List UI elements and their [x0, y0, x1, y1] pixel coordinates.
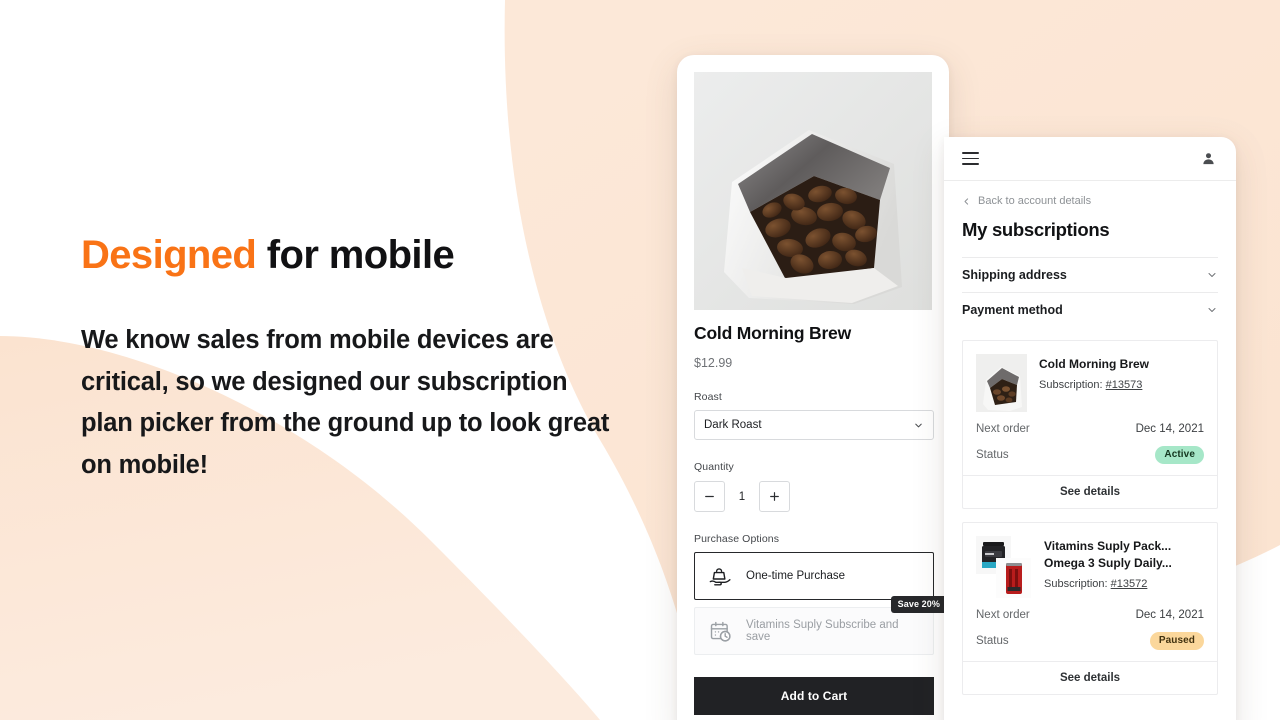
subscription-card-body: Cold Morning Brew Subscription: #13573 N…: [963, 341, 1217, 475]
roast-label: Roast: [694, 391, 722, 403]
quantity-stepper: 1: [694, 481, 934, 512]
subscription-id-link[interactable]: #13573: [1106, 379, 1143, 391]
accordion-payment-method[interactable]: Payment method: [962, 292, 1218, 327]
quantity-label: Quantity: [694, 461, 734, 473]
subscriptions-phone-mockup: Back to account details My subscriptions…: [944, 137, 1236, 720]
coffee-bag-photo: [694, 72, 932, 310]
purchase-option-subscribe[interactable]: Vitamins Suply Subscribe and save Save 2…: [694, 596, 947, 655]
purchase-option-one-time[interactable]: One-time Purchase: [694, 552, 934, 600]
product-details: Cold Morning Brew $12.99 Roast Dark Roas…: [694, 323, 947, 715]
coffee-bag-thumbnail: [976, 354, 1027, 412]
account-avatar-icon[interactable]: [1201, 151, 1216, 166]
marketing-copy: Designed for mobile We know sales from m…: [81, 232, 641, 486]
subscriptions-title: My subscriptions: [962, 219, 1110, 240]
subscription-product-name-second: Omega 3 Suply Daily...: [1044, 556, 1172, 570]
back-to-account-details-link[interactable]: Back to account details: [962, 195, 1218, 207]
add-to-cart-button[interactable]: Add to Cart: [694, 677, 934, 715]
subscription-card[interactable]: Vitamins Suply Pack... Omega 3 Suply Dai…: [962, 522, 1218, 695]
subscriptions-topbar: [944, 137, 1236, 181]
save-badge: Save 20%: [890, 596, 947, 613]
energy-can-icon: [996, 558, 1031, 598]
calendar-clock-icon: [710, 621, 731, 642]
subscription-id-label: Subscription:: [1044, 578, 1108, 590]
hamburger-icon[interactable]: [962, 152, 979, 165]
product-title: Cold Morning Brew: [694, 323, 852, 343]
next-order-value: Dec 14, 2021: [1135, 423, 1204, 435]
quantity-increase-button[interactable]: [759, 481, 790, 512]
subscriptions-content: Back to account details My subscriptions…: [944, 195, 1236, 695]
next-order-value: Dec 14, 2021: [1135, 609, 1204, 621]
next-order-label: Next order: [976, 609, 1030, 621]
subscription-id-row: Subscription: #13573: [1039, 379, 1204, 391]
status-row: Status Paused: [976, 632, 1204, 650]
quantity-decrease-button[interactable]: [694, 481, 725, 512]
back-link-label: Back to account details: [978, 195, 1092, 207]
chevron-down-icon: [915, 423, 922, 427]
page-title: Designed for mobile: [81, 232, 641, 278]
subscription-id-row: Subscription: #13572: [1044, 578, 1204, 590]
subscription-thumbnail: [976, 354, 1027, 412]
purchase-option-subscribe-label: Vitamins Suply Subscribe and save: [746, 619, 899, 643]
subscription-id-label: Subscription:: [1039, 379, 1103, 391]
status-label: Status: [976, 635, 1009, 647]
chevron-left-icon: [964, 197, 969, 205]
hand-holding-bag-icon: [709, 567, 731, 585]
energy-can-thumbnail: [996, 558, 1031, 598]
quantity-value[interactable]: 1: [725, 491, 759, 503]
product-phone-mockup: Cold Morning Brew $12.99 Roast Dark Roas…: [677, 55, 949, 720]
subscription-product-name: Cold Morning Brew: [1039, 357, 1149, 371]
status-label: Status: [976, 449, 1009, 461]
subscription-card-header: Cold Morning Brew Subscription: #13573: [976, 354, 1204, 412]
chevron-down-icon: [1208, 273, 1216, 277]
subscription-thumbnail-stack: [976, 536, 1032, 598]
next-order-label: Next order: [976, 423, 1030, 435]
subscription-product-name: Vitamins Suply Pack...: [1044, 539, 1172, 553]
minus-icon: [705, 495, 714, 498]
see-details-button[interactable]: See details: [963, 475, 1217, 508]
product-price: $12.99: [694, 356, 733, 370]
purchase-option-one-time-label: One-time Purchase: [746, 570, 846, 582]
roast-selected-value: Dark Roast: [704, 419, 762, 431]
subscription-info: Vitamins Suply Pack... Omega 3 Suply Dai…: [1044, 536, 1204, 598]
status-badge: Paused: [1149, 632, 1204, 650]
body-paragraph: We know sales from mobile devices are cr…: [81, 326, 610, 479]
roast-select[interactable]: Dark Roast: [694, 410, 934, 440]
accordion-payment-method-label: Payment method: [962, 303, 1063, 317]
next-order-row: Next order Dec 14, 2021: [976, 609, 1204, 621]
headline-accent-word: Designed: [81, 233, 257, 277]
subscription-id-link[interactable]: #13572: [1111, 578, 1148, 590]
headline-rest: for mobile: [256, 233, 455, 277]
product-hero-image: [694, 72, 932, 310]
see-details-button[interactable]: See details: [963, 661, 1217, 694]
accordion-shipping-address-label: Shipping address: [962, 268, 1067, 282]
accordion-shipping-address[interactable]: Shipping address: [962, 257, 1218, 292]
chevron-down-icon: [1208, 308, 1216, 312]
plus-icon: [770, 492, 779, 501]
next-order-row: Next order Dec 14, 2021: [976, 423, 1204, 435]
subscription-info: Cold Morning Brew Subscription: #13573: [1039, 354, 1204, 412]
status-row: Status Active: [976, 446, 1204, 464]
subscription-card-header: Vitamins Suply Pack... Omega 3 Suply Dai…: [976, 536, 1204, 598]
subscription-card[interactable]: Cold Morning Brew Subscription: #13573 N…: [962, 340, 1218, 509]
subscription-card-body: Vitamins Suply Pack... Omega 3 Suply Dai…: [963, 523, 1217, 661]
status-badge: Active: [1155, 446, 1204, 464]
purchase-options-label: Purchase Options: [694, 533, 780, 545]
